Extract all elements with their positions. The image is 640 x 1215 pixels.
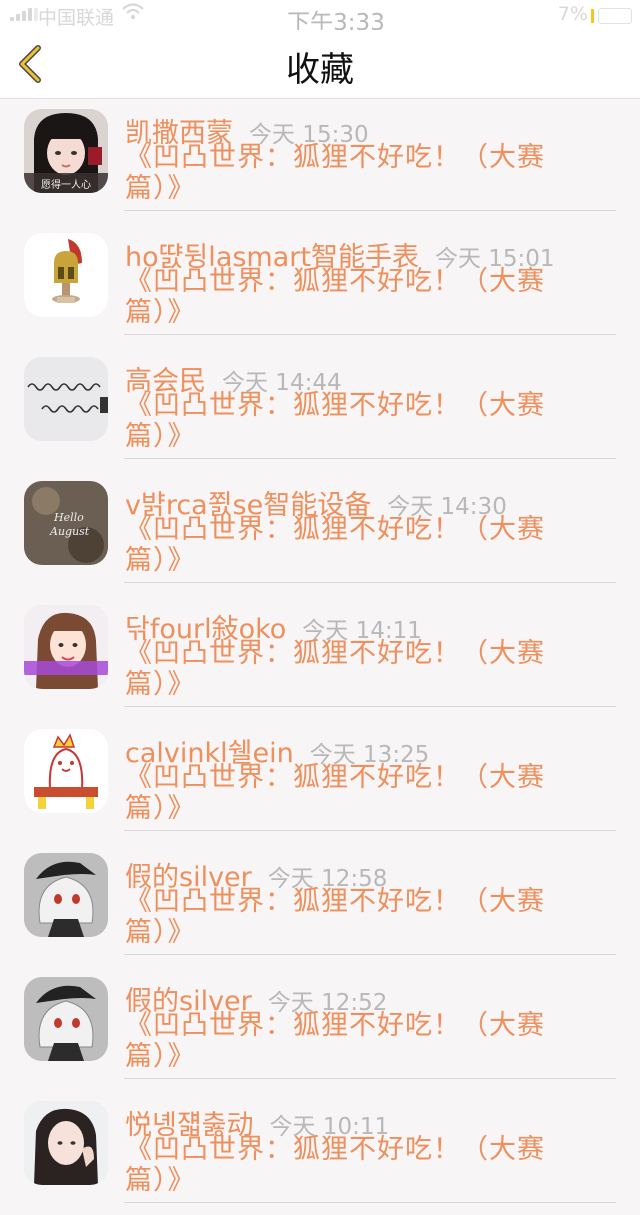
favorites-list: 愿得一人心 凯撒西蒙 今天 15:30 《凹凸世界：狐狸不好吃！（大赛篇）》 ho땴뒹l… [0, 99, 640, 1215]
page-title: 收藏 [286, 50, 354, 90]
work-title[interactable]: 《凹凸世界：狐狸不好吃！（大赛篇）》 [125, 638, 585, 700]
favorite-item[interactable]: Hello August v뱕rca쬜se智能设备 今天 14:30 《凹凸世界：狐狸不… [0, 471, 640, 595]
divider [124, 210, 616, 211]
avatar[interactable]: 愿得一人心 [24, 109, 108, 193]
avatar[interactable] [24, 605, 108, 689]
work-title[interactable]: 《凹凸世界：狐狸不好吃！（大赛篇）》 [125, 1134, 585, 1196]
avatar[interactable] [24, 1101, 108, 1185]
divider [124, 582, 616, 583]
work-title[interactable]: 《凹凸世界：狐狸不好吃！（大赛篇）》 [125, 514, 585, 576]
divider [124, 1202, 616, 1203]
divider [124, 458, 616, 459]
svg-text:Hello: Hello [53, 511, 84, 524]
avatar[interactable]: Hello August [24, 481, 108, 565]
favorite-item[interactable]: 高会民 今天 14:44 《凹凸世界：狐狸不好吃！（大赛篇）》 [0, 347, 640, 471]
work-title[interactable]: 《凹凸世界：狐狸不好吃！（大赛篇）》 [125, 1010, 585, 1072]
battery-icon [591, 8, 632, 24]
favorite-item[interactable]: 假的silver 今天 12:58 《凹凸世界：狐狸不好吃！（大赛篇）》 [0, 843, 640, 967]
favorite-item[interactable]: 悦녱쟯춣动 今天 10:11 《凹凸世界：狐狸不好吃！（大赛篇）》 [0, 1091, 640, 1215]
favorite-item[interactable]: 愿得一人心 凯撒西蒙 今天 15:30 《凹凸世界：狐狸不好吃！（大赛篇）》 [0, 99, 640, 223]
divider [124, 830, 616, 831]
work-title[interactable]: 《凹凸世界：狐狸不好吃！（大赛篇）》 [125, 390, 585, 452]
favorite-item[interactable]: 닦fourl敍oko 今天 14:11 《凹凸世界：狐狸不好吃！（大赛篇）》 [0, 595, 640, 719]
favorite-item[interactable]: calvinkl쉘ein 今天 13:25 《凹凸世界：狐狸不好吃！（大赛篇）》 [0, 719, 640, 843]
divider [124, 1078, 616, 1079]
nav-bar: 收藏 [0, 30, 640, 99]
work-title[interactable]: 《凹凸世界：狐狸不好吃！（大赛篇）》 [125, 266, 585, 328]
work-title[interactable]: 《凹凸世界：狐狸不好吃！（大赛篇）》 [125, 886, 585, 948]
avatar[interactable] [24, 853, 108, 937]
avatar[interactable] [24, 233, 108, 317]
divider [124, 954, 616, 955]
work-title[interactable]: 《凹凸世界：狐狸不好吃！（大赛篇）》 [125, 142, 585, 204]
divider [124, 706, 616, 707]
avatar[interactable] [24, 977, 108, 1061]
status-bar: 中国联通 下午3:33 7% [0, 0, 640, 36]
favorite-item[interactable]: 假的silver 今天 12:52 《凹凸世界：狐狸不好吃！（大赛篇）》 [0, 967, 640, 1091]
divider [124, 334, 616, 335]
avatar-caption: 愿得一人心 [41, 179, 91, 191]
favorite-item[interactable]: ho땴뒹lasmart智能手表 今天 15:01 《凹凸世界：狐狸不好吃！（大赛篇）… [0, 223, 640, 347]
svg-text:August: August [49, 525, 90, 538]
battery-percent: 7% [557, 3, 588, 25]
avatar[interactable] [24, 729, 108, 813]
work-title[interactable]: 《凹凸世界：狐狸不好吃！（大赛篇）》 [125, 762, 585, 824]
avatar[interactable] [24, 357, 108, 441]
